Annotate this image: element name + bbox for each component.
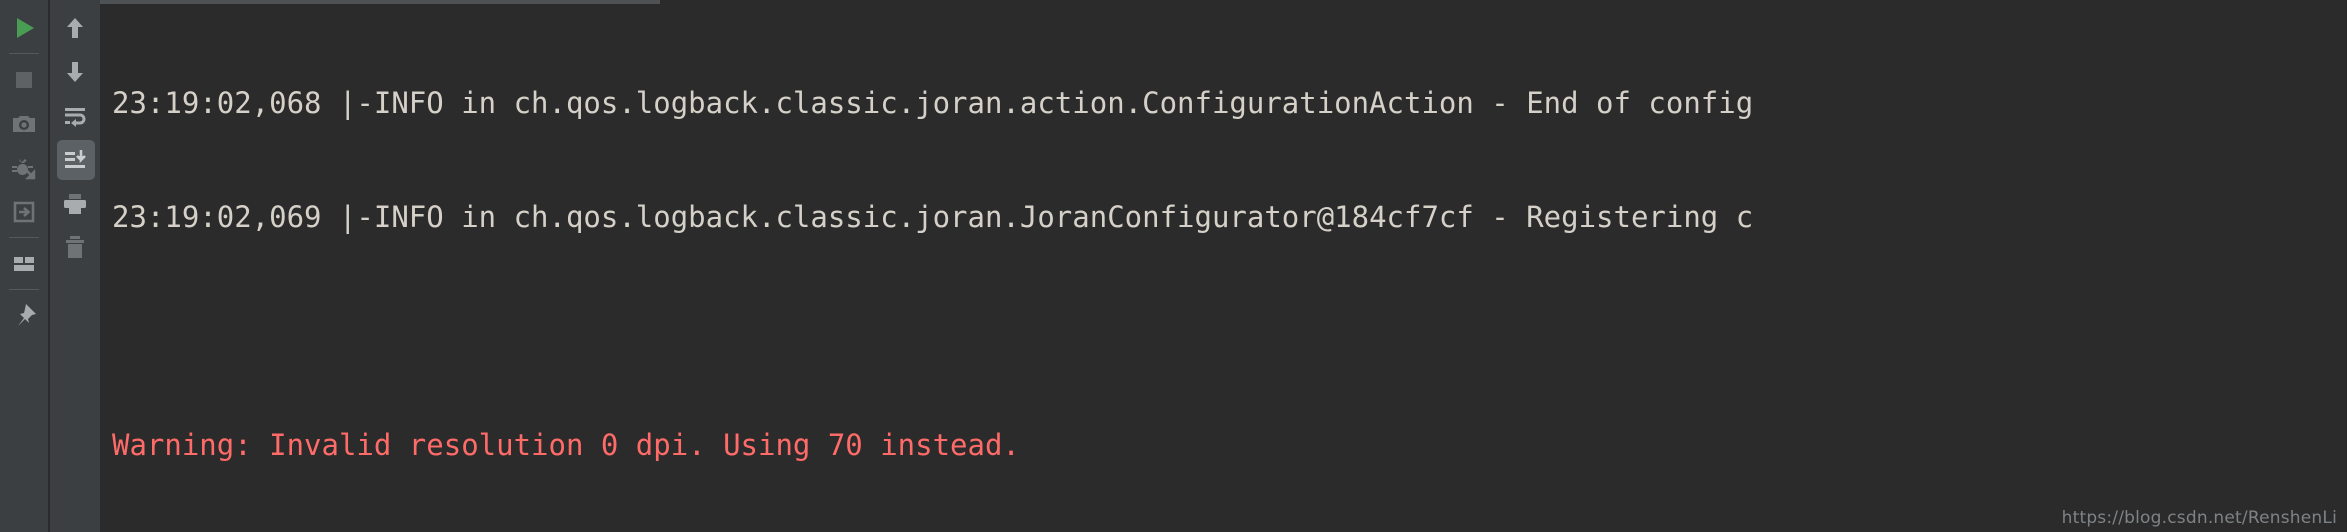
next-occurrence-button[interactable] <box>55 50 95 94</box>
arrow-down-icon <box>60 57 90 87</box>
rerun-button[interactable] <box>4 6 44 50</box>
trash-icon <box>60 233 90 263</box>
layout-panels-icon <box>9 249 39 279</box>
run-tool-window: 23:19:02,068 |-INFO in ch.qos.logback.cl… <box>0 0 2347 532</box>
bug-arrow-icon <box>9 153 39 183</box>
stop-button[interactable] <box>4 58 44 102</box>
soft-wrap-button[interactable] <box>55 94 95 138</box>
scroll-to-end-icon <box>60 145 90 175</box>
attach-debugger-button[interactable] <box>4 146 44 190</box>
pin-icon <box>9 301 39 331</box>
log-line: 23:19:02,069 |-INFO in ch.qos.logback.cl… <box>112 200 1754 234</box>
soft-wrap-icon <box>60 101 90 131</box>
console-log-text: 23:19:02,068 |-INFO in ch.qos.logback.cl… <box>100 0 2347 532</box>
stop-square-icon <box>9 65 39 95</box>
toolbar-divider-2 <box>9 237 39 238</box>
watermark: https://blog.csdn.net/RenshenLi <box>2061 508 2337 528</box>
scroll-to-end-button[interactable] <box>55 138 95 182</box>
pin-tab-button[interactable] <box>4 294 44 338</box>
export-box-arrow-icon <box>9 197 39 227</box>
layout-settings-button[interactable] <box>4 242 44 286</box>
log-line-warning: Warning: Invalid resolution 0 dpi. Using… <box>112 428 1020 462</box>
dump-threads-button[interactable] <box>4 190 44 234</box>
run-tool-window-actions <box>0 0 48 532</box>
previous-occurrence-button[interactable] <box>55 6 95 50</box>
run-console-output[interactable]: 23:19:02,068 |-INFO in ch.qos.logback.cl… <box>100 0 2347 532</box>
print-button[interactable] <box>55 182 95 226</box>
capture-memory-snapshot-button[interactable] <box>4 102 44 146</box>
clear-all-button[interactable] <box>55 226 95 270</box>
arrow-up-icon <box>60 13 90 43</box>
rerun-play-icon <box>9 13 39 43</box>
camera-icon <box>9 109 39 139</box>
printer-icon <box>60 189 90 219</box>
log-line: 23:19:02,068 |-INFO in ch.qos.logback.cl… <box>112 86 1754 120</box>
toolbar-divider-1 <box>9 53 39 54</box>
toolbar-divider-3 <box>9 289 39 290</box>
console-actions <box>48 0 100 532</box>
